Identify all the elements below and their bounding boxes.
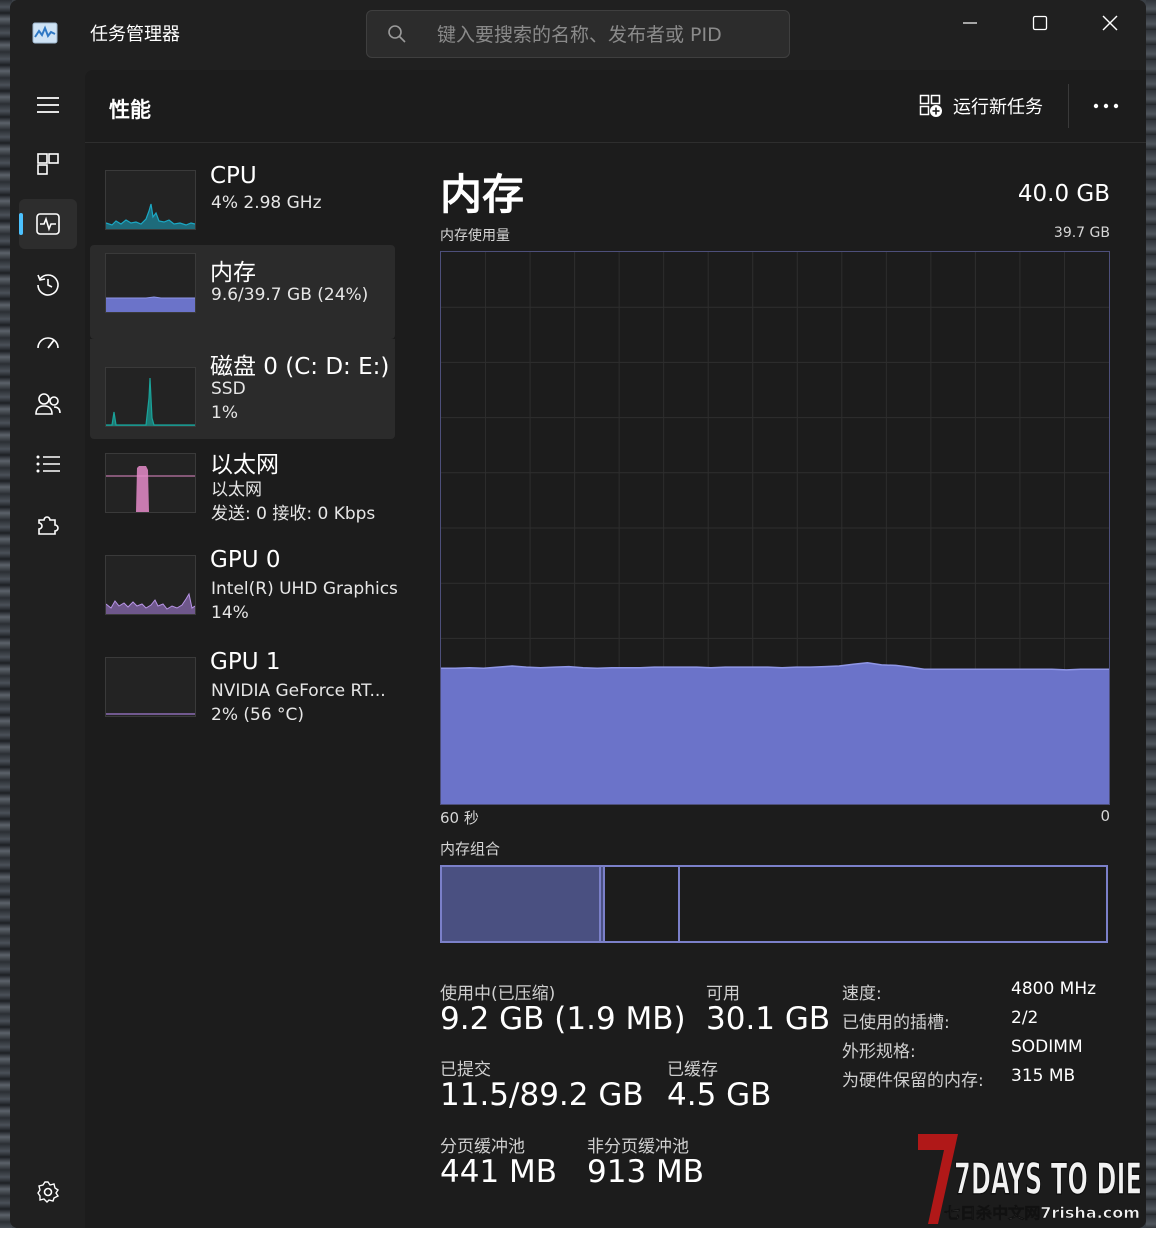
processes-icon bbox=[37, 153, 59, 175]
device-stat: 发送: 0 接收: 0 Kbps bbox=[211, 504, 376, 524]
title-bar: 任务管理器 bbox=[10, 0, 1146, 70]
search-icon bbox=[388, 25, 406, 43]
history-icon bbox=[37, 274, 59, 296]
memory-usage-label: 内存使用量 bbox=[440, 228, 510, 244]
watermark-title: 7DAYS TO DIE bbox=[954, 1154, 1142, 1205]
minimize-button[interactable] bbox=[935, 0, 1005, 46]
hamburger-icon bbox=[37, 97, 59, 113]
task-manager-window: 任务管理器 键入要搜索的名称、发布者或 PID 性能 运行新任务 CPU 4% … bbox=[10, 0, 1146, 1228]
device-stat: 以太网 bbox=[211, 480, 262, 500]
gear-icon bbox=[37, 1181, 60, 1203]
hamburger-menu-button[interactable] bbox=[19, 80, 77, 130]
composition-in-use-segment bbox=[442, 867, 600, 941]
memory-title: 内存 bbox=[440, 170, 525, 219]
device-name: 以太网 bbox=[210, 452, 279, 478]
available-value: 30.1 GB bbox=[706, 1001, 831, 1037]
task-manager-app-icon bbox=[32, 22, 58, 44]
graph-axis-right-label: 0 bbox=[1100, 807, 1110, 825]
gpu0-thumbnail-graph bbox=[105, 555, 196, 615]
nav-performance[interactable] bbox=[19, 199, 77, 249]
device-name: 磁盘 0 (C: D: E:) bbox=[210, 354, 390, 380]
device-item-disk[interactable]: 磁盘 0 (C: D: E:) SSD 1% bbox=[90, 339, 395, 439]
cached-value: 4.5 GB bbox=[667, 1077, 772, 1113]
device-name: CPU bbox=[210, 163, 257, 189]
startup-icon bbox=[37, 337, 59, 349]
device-name: GPU 0 bbox=[210, 547, 281, 573]
device-stat: 1% bbox=[211, 403, 238, 423]
nav-startup-apps[interactable] bbox=[19, 319, 77, 369]
page-title: 性能 bbox=[109, 98, 151, 122]
services-puzzle-icon bbox=[38, 516, 59, 535]
device-item-cpu[interactable]: CPU 4% 2.98 GHz bbox=[90, 143, 395, 239]
memory-thumbnail-graph bbox=[105, 253, 196, 313]
committed-value: 11.5/89.2 GB bbox=[440, 1077, 644, 1113]
run-task-icon bbox=[919, 94, 942, 117]
content-pane: 性能 运行新任务 CPU 4% 2.98 GHz 内存 9.6/39.7 GB … bbox=[85, 70, 1146, 1228]
settings-button[interactable] bbox=[19, 1167, 77, 1217]
device-name: GPU 1 bbox=[210, 649, 281, 675]
nav-app-history[interactable] bbox=[19, 259, 77, 309]
disk-thumbnail-graph bbox=[105, 367, 196, 427]
7days-to-die-watermark-logo: 7DAYS TO DIE 七日杀中文网7risha.com bbox=[918, 1134, 1143, 1224]
device-item-gpu1[interactable]: GPU 1 NVIDIA GeForce RT... 2% (56 °C) bbox=[90, 649, 395, 745]
device-stat: 4% 2.98 GHz bbox=[211, 193, 322, 213]
search-box[interactable] bbox=[366, 10, 790, 58]
spec-speed-value: 4800 MHz bbox=[1011, 979, 1097, 999]
memory-composition-bar bbox=[440, 865, 1108, 943]
users-icon bbox=[35, 393, 61, 415]
more-dots-icon bbox=[1093, 103, 1119, 109]
nav-processes[interactable] bbox=[19, 139, 77, 189]
details-list-icon bbox=[36, 455, 60, 473]
spec-reserved-value: 315 MB bbox=[1011, 1066, 1076, 1086]
device-item-gpu0[interactable]: GPU 0 Intel(R) UHD Graphics 14% bbox=[90, 547, 398, 643]
memory-usage-max: 39.7 GB bbox=[1053, 225, 1110, 241]
search-input[interactable] bbox=[435, 19, 779, 51]
device-name: 内存 bbox=[210, 260, 256, 286]
device-stat: SSD bbox=[211, 379, 246, 399]
memory-usage-area bbox=[441, 662, 1109, 804]
device-stat: 14% bbox=[211, 603, 249, 623]
close-icon bbox=[1102, 15, 1118, 31]
spec-reserved-label: 为硬件保留的内存: bbox=[842, 1071, 984, 1091]
device-stat: NVIDIA GeForce RT... bbox=[211, 681, 386, 701]
spec-speed-label: 速度: bbox=[842, 984, 882, 1004]
cpu-thumbnail-graph bbox=[105, 170, 196, 230]
gpu1-thumbnail-graph bbox=[105, 657, 196, 717]
performance-icon bbox=[36, 213, 60, 235]
device-stat: 9.6/39.7 GB (24%) bbox=[211, 285, 369, 305]
paged-pool-value: 441 MB bbox=[440, 1154, 558, 1190]
nav-details[interactable] bbox=[19, 439, 77, 489]
graph-axis-left-label: 60 秒 bbox=[440, 809, 479, 827]
nav-services[interactable] bbox=[19, 499, 77, 549]
watermark-subtitle: 七日杀中文网7risha.com bbox=[944, 1204, 1140, 1222]
spec-slots-value: 2/2 bbox=[1011, 1008, 1039, 1028]
nav-rail bbox=[10, 70, 85, 1228]
memory-composition-label: 内存组合 bbox=[440, 840, 501, 858]
spec-form-factor-value: SODIMM bbox=[1011, 1037, 1083, 1057]
nav-users[interactable] bbox=[19, 379, 77, 429]
device-item-memory[interactable]: 内存 9.6/39.7 GB (24%) bbox=[90, 245, 395, 339]
run-task-label: 运行新任务 bbox=[953, 97, 1043, 118]
maximize-icon bbox=[1032, 15, 1048, 31]
maximize-button[interactable] bbox=[1005, 0, 1075, 46]
app-title: 任务管理器 bbox=[90, 24, 180, 45]
close-button[interactable] bbox=[1075, 0, 1145, 46]
content-header: 性能 运行新任务 bbox=[85, 70, 1146, 143]
header-separator bbox=[1068, 84, 1069, 128]
nonpaged-pool-value: 913 MB bbox=[587, 1154, 705, 1190]
more-options-button[interactable] bbox=[1088, 90, 1124, 122]
spec-form-factor-label: 外形规格: bbox=[842, 1042, 916, 1062]
device-stat: Intel(R) UHD Graphics bbox=[211, 579, 398, 599]
memory-total: 40.0 GB bbox=[1017, 181, 1110, 207]
composition-standby-segment bbox=[605, 867, 681, 941]
active-indicator bbox=[19, 213, 23, 235]
ethernet-thumbnail-graph bbox=[105, 453, 196, 513]
spec-slots-label: 已使用的插槽: bbox=[842, 1013, 950, 1033]
in-use-value: 9.2 GB (1.9 MB) bbox=[440, 1001, 686, 1037]
memory-usage-graph bbox=[440, 251, 1110, 805]
minimize-icon bbox=[963, 22, 977, 24]
device-stat: 2% (56 °C) bbox=[211, 705, 305, 725]
run-new-task-button[interactable]: 运行新任务 bbox=[919, 88, 1043, 124]
device-item-ethernet[interactable]: 以太网 以太网 发送: 0 接收: 0 Kbps bbox=[90, 445, 395, 541]
